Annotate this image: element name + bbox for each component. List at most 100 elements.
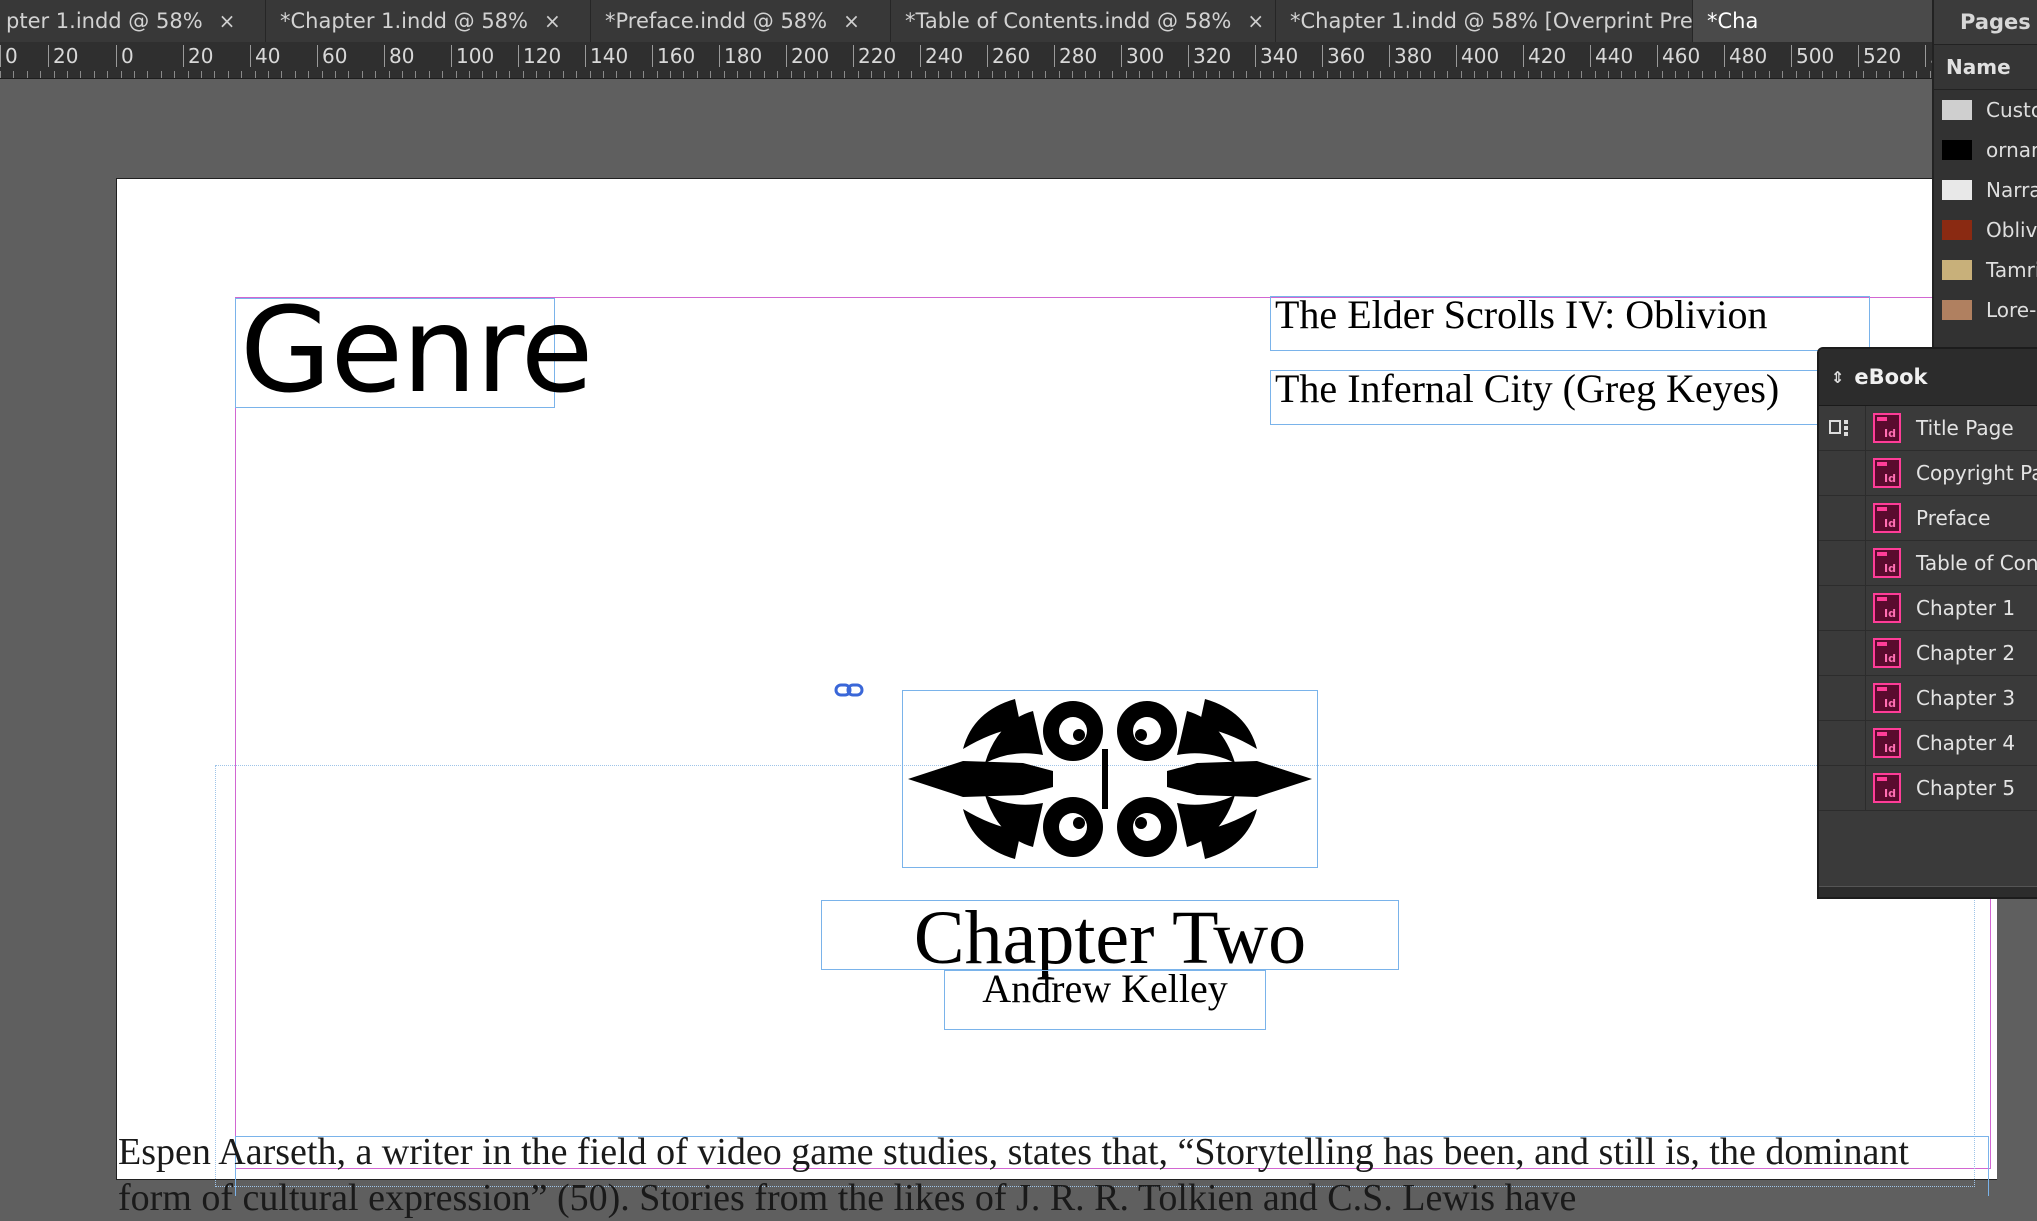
style-source-icon[interactable] bbox=[1819, 406, 1866, 450]
book-title-frame[interactable]: The Infernal City (Greg Keyes) bbox=[1270, 366, 1870, 425]
parent-page-label: Tamric bbox=[1986, 258, 2037, 282]
ruler-tick-label: 340 bbox=[1255, 45, 1298, 67]
ruler-minor-tick bbox=[121, 71, 122, 78]
ruler-minor-tick bbox=[536, 71, 537, 78]
ruler-minor-tick bbox=[27, 71, 28, 78]
ruler-minor-tick bbox=[563, 71, 564, 78]
parent-page-item[interactable]: Lore-r bbox=[1934, 290, 2037, 330]
parent-page-item[interactable]: Oblivic bbox=[1934, 210, 2037, 250]
ruler-tick-label: 360 bbox=[1322, 45, 1365, 67]
ruler-minor-tick bbox=[951, 71, 952, 78]
parent-page-label: Narrat bbox=[1986, 178, 2037, 202]
ruler-minor-tick bbox=[1072, 71, 1073, 78]
ruler-tick-label: 120 bbox=[518, 45, 561, 67]
indesign-document-icon: Id bbox=[1866, 638, 1908, 668]
status-cell[interactable] bbox=[1819, 721, 1866, 765]
parent-page-item[interactable]: Custor bbox=[1934, 90, 2037, 130]
book-document-row[interactable]: Id Chapter 3 bbox=[1819, 676, 2037, 721]
document-tab[interactable]: *Chapter 1.indd @ 58% [Overprint Preview… bbox=[1276, 0, 1782, 42]
book-document-row[interactable]: Id Chapter 2 bbox=[1819, 631, 2037, 676]
pages-panel[interactable]: Pages Name Custor ornam Narrat Oblivic Tamri… bbox=[1932, 0, 2037, 350]
expand-collapse-icon[interactable]: ⇕ bbox=[1831, 368, 1844, 387]
ruler-minor-tick bbox=[590, 71, 591, 78]
ruler-minor-tick bbox=[54, 71, 55, 78]
book-document-name: Title Page bbox=[1916, 416, 2014, 440]
document-page[interactable]: Genre The Elder Scrolls IV: Oblivion The… bbox=[116, 178, 1997, 1196]
close-tab-icon[interactable]: × bbox=[544, 9, 561, 33]
ebook-panel-header[interactable]: ⇕ eBook bbox=[1819, 349, 2037, 406]
book-document-name: Preface bbox=[1916, 506, 1991, 530]
pages-name-column-header[interactable]: Name bbox=[1934, 44, 2037, 90]
ruler-minor-tick bbox=[791, 71, 792, 78]
ruler-minor-tick bbox=[1755, 71, 1756, 78]
ruler-minor-tick bbox=[1059, 71, 1060, 78]
status-cell[interactable] bbox=[1819, 496, 1866, 540]
document-tab[interactable]: *Table of Contents.indd @ 58% × bbox=[891, 0, 1276, 42]
ruler-minor-tick bbox=[1219, 71, 1220, 78]
status-cell[interactable] bbox=[1819, 541, 1866, 585]
close-tab-icon[interactable]: × bbox=[219, 9, 236, 33]
ruler-minor-tick bbox=[255, 71, 256, 78]
ruler-minor-tick bbox=[201, 71, 202, 78]
ruler-tick-label: 320 bbox=[1188, 45, 1231, 67]
ruler-tick-label: 200 bbox=[786, 45, 829, 67]
status-cell[interactable] bbox=[1819, 631, 1866, 675]
ruler-minor-tick bbox=[1487, 71, 1488, 78]
parent-page-item[interactable]: ornam bbox=[1934, 130, 2037, 170]
ruler-minor-tick bbox=[1903, 71, 1904, 78]
book-document-row[interactable]: Id Preface bbox=[1819, 496, 2037, 541]
ruler-minor-tick bbox=[1407, 71, 1408, 78]
close-tab-icon[interactable]: × bbox=[843, 9, 860, 33]
ruler-minor-tick bbox=[1420, 71, 1421, 78]
genre-heading: Genre bbox=[240, 281, 593, 419]
book-document-row[interactable]: Id Chapter 5 bbox=[1819, 766, 2037, 811]
ruler-minor-tick bbox=[1742, 71, 1743, 78]
ruler-minor-tick bbox=[1849, 71, 1850, 78]
ruler-minor-tick bbox=[1769, 71, 1770, 78]
link-icon[interactable] bbox=[834, 679, 866, 705]
ebook-book-panel[interactable]: ⇕ eBook Id Title Page Id Copyright Pag Id Pre… bbox=[1817, 347, 2037, 899]
document-tab-label: pter 1.indd @ 58% bbox=[6, 9, 203, 33]
genre-text-frame[interactable]: Genre bbox=[235, 282, 593, 418]
chapter-title-frame[interactable]: Chapter Two bbox=[821, 896, 1399, 980]
author-frame[interactable]: Andrew Kelley bbox=[944, 966, 1266, 1030]
ruler-minor-tick bbox=[147, 71, 148, 78]
parent-page-item[interactable]: Tamric bbox=[1934, 250, 2037, 290]
body-paragraph[interactable]: Espen Aarseth, a writer in the field of … bbox=[118, 1129, 1958, 1221]
document-tab[interactable]: pter 1.indd @ 58% × bbox=[0, 0, 266, 42]
status-cell[interactable] bbox=[1819, 676, 1866, 720]
status-cell[interactable] bbox=[1819, 451, 1866, 495]
ruler-minor-tick bbox=[1327, 71, 1328, 78]
game-title-frame[interactable]: The Elder Scrolls IV: Oblivion bbox=[1270, 292, 1870, 351]
ruler-minor-tick bbox=[174, 71, 175, 78]
book-document-row[interactable]: Id Title Page bbox=[1819, 406, 2037, 451]
close-tab-icon[interactable]: × bbox=[1247, 9, 1264, 33]
ruler-minor-tick bbox=[1193, 71, 1194, 78]
status-cell[interactable] bbox=[1819, 766, 1866, 810]
book-document-row[interactable]: Id Table of Conte bbox=[1819, 541, 2037, 586]
ruler-minor-tick bbox=[1206, 71, 1207, 78]
ruler-minor-tick bbox=[1514, 71, 1515, 78]
ruler-minor-tick bbox=[1394, 71, 1395, 78]
ruler-minor-tick bbox=[925, 71, 926, 78]
ruler-minor-tick bbox=[442, 71, 443, 78]
book-document-row[interactable]: Id Chapter 1 bbox=[1819, 586, 2037, 631]
ruler-minor-tick bbox=[683, 71, 684, 78]
document-tab[interactable]: *Chapter 1.indd @ 58% × bbox=[266, 0, 591, 42]
ruler-minor-tick bbox=[214, 71, 215, 78]
ruler-minor-tick bbox=[335, 71, 336, 78]
book-document-row[interactable]: Id Copyright Pag bbox=[1819, 451, 2037, 496]
pages-panel-title[interactable]: Pages bbox=[1934, 0, 2037, 44]
status-cell[interactable] bbox=[1819, 586, 1866, 630]
ruler-minor-tick bbox=[1662, 71, 1663, 78]
document-tab[interactable]: *Preface.indd @ 58% × bbox=[591, 0, 891, 42]
book-document-name: Chapter 5 bbox=[1916, 776, 2016, 800]
ornament-graphic-frame[interactable] bbox=[902, 690, 1318, 868]
horizontal-ruler[interactable]: 0 20 0 20 40 60 80 100 120 140 160 180 200 220 240 260 2… bbox=[0, 42, 1932, 79]
game-title: The Elder Scrolls IV: Oblivion bbox=[1275, 292, 1768, 337]
page-thumbnail-icon bbox=[1942, 260, 1972, 280]
book-document-row[interactable]: Id Chapter 4 bbox=[1819, 721, 2037, 766]
parent-page-item[interactable]: Narrat bbox=[1934, 170, 2037, 210]
ruler-minor-tick bbox=[710, 71, 711, 78]
ruler-minor-tick bbox=[1099, 71, 1100, 78]
